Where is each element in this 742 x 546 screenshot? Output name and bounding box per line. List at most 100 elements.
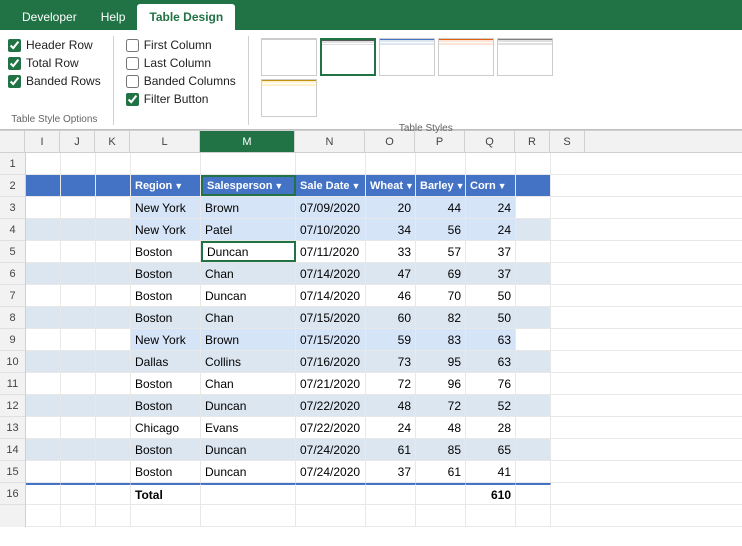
table-cell[interactable]	[96, 439, 131, 460]
cell-I-total[interactable]	[26, 483, 61, 504]
cell-M1[interactable]	[201, 153, 296, 174]
table-cell[interactable]	[96, 219, 131, 240]
table-cell[interactable]	[61, 373, 96, 394]
table-cell[interactable]	[516, 219, 551, 240]
table-cell[interactable]: 72	[416, 395, 466, 416]
table-cell[interactable]: 24	[466, 219, 516, 240]
cell-N-total[interactable]	[296, 483, 366, 504]
col-header-S[interactable]: S	[550, 131, 585, 152]
cell-P-post[interactable]	[416, 505, 466, 526]
header-row-option[interactable]: Header Row	[8, 38, 101, 52]
table-cell[interactable]: 07/15/2020	[296, 329, 366, 350]
first-column-option[interactable]: First Column	[126, 38, 236, 52]
total-row-option[interactable]: Total Row	[8, 56, 101, 70]
banded-rows-option[interactable]: Banded Rows	[8, 74, 101, 88]
cell-R2[interactable]	[516, 175, 551, 196]
table-cell[interactable]	[61, 219, 96, 240]
table-cell[interactable]	[61, 263, 96, 284]
table-cell[interactable]	[96, 395, 131, 416]
table-cell[interactable]: Chan	[201, 373, 296, 394]
table-cell[interactable]: Patel	[201, 219, 296, 240]
table-cell[interactable]: Duncan	[201, 241, 296, 262]
cell-M-total[interactable]	[201, 483, 296, 504]
swatch-gold[interactable]	[261, 79, 317, 117]
header-salesperson[interactable]: Salesperson ▼	[201, 175, 296, 196]
cell-R1[interactable]	[516, 153, 551, 174]
total-row-checkbox[interactable]	[8, 57, 21, 70]
cell-Q-post[interactable]	[466, 505, 516, 526]
cell-K1[interactable]	[96, 153, 131, 174]
filter-button-checkbox[interactable]	[126, 93, 139, 106]
cell-I1[interactable]	[26, 153, 61, 174]
table-cell[interactable]: Boston	[131, 307, 201, 328]
table-cell[interactable]: 65	[466, 439, 516, 460]
table-cell[interactable]	[96, 351, 131, 372]
cell-L1[interactable]	[131, 153, 201, 174]
table-cell[interactable]: Boston	[131, 373, 201, 394]
table-cell[interactable]: 07/11/2020	[296, 241, 366, 262]
col-header-R[interactable]: R	[515, 131, 550, 152]
col-header-O[interactable]: O	[365, 131, 415, 152]
table-cell[interactable]	[26, 285, 61, 306]
table-cell[interactable]: 33	[366, 241, 416, 262]
swatch-blue-stripe[interactable]	[379, 38, 435, 76]
cell-K-post[interactable]	[96, 505, 131, 526]
table-cell[interactable]: 24	[366, 417, 416, 438]
cell-O1[interactable]	[366, 153, 416, 174]
table-cell[interactable]: 37	[466, 263, 516, 284]
cell-J1[interactable]	[61, 153, 96, 174]
table-cell[interactable]: 37	[366, 461, 416, 482]
tab-developer[interactable]: Developer	[10, 4, 89, 30]
table-cell[interactable]: 63	[466, 351, 516, 372]
table-cell[interactable]: Duncan	[201, 285, 296, 306]
table-cell[interactable]	[61, 329, 96, 350]
col-header-P[interactable]: P	[415, 131, 465, 152]
col-header-Q[interactable]: Q	[465, 131, 515, 152]
table-cell[interactable]	[96, 329, 131, 350]
swatch-dark-stripe[interactable]	[320, 38, 376, 76]
col-header-N[interactable]: N	[295, 131, 365, 152]
table-cell[interactable]	[516, 329, 551, 350]
table-cell[interactable]: 82	[416, 307, 466, 328]
table-cell[interactable]	[516, 307, 551, 328]
header-region[interactable]: Region ▼	[131, 175, 201, 196]
swatch-gray[interactable]	[497, 38, 553, 76]
table-cell[interactable]	[61, 395, 96, 416]
banded-columns-checkbox[interactable]	[126, 75, 139, 88]
table-cell[interactable]	[61, 197, 96, 218]
table-cell[interactable]	[516, 197, 551, 218]
table-cell[interactable]: Boston	[131, 395, 201, 416]
first-column-checkbox[interactable]	[126, 39, 139, 52]
header-sale-date[interactable]: Sale Date ▼	[296, 175, 366, 196]
table-cell[interactable]	[96, 241, 131, 262]
header-corn[interactable]: Corn ▼	[466, 175, 516, 196]
cell-I2[interactable]	[26, 175, 61, 196]
table-cell[interactable]	[26, 461, 61, 482]
last-column-checkbox[interactable]	[126, 57, 139, 70]
table-cell[interactable]: 85	[416, 439, 466, 460]
table-cell[interactable]: 07/24/2020	[296, 439, 366, 460]
table-cell[interactable]	[96, 307, 131, 328]
cell-Q1[interactable]	[466, 153, 516, 174]
table-cell[interactable]: 52	[466, 395, 516, 416]
cell-K-total[interactable]	[96, 483, 131, 504]
table-cell[interactable]: Chan	[201, 307, 296, 328]
table-cell[interactable]	[26, 329, 61, 350]
table-cell[interactable]: 56	[416, 219, 466, 240]
table-cell[interactable]	[96, 263, 131, 284]
table-cell[interactable]	[516, 461, 551, 482]
header-row-checkbox[interactable]	[8, 39, 21, 52]
table-cell[interactable]	[26, 395, 61, 416]
table-cell[interactable]: Boston	[131, 439, 201, 460]
table-cell[interactable]: 07/10/2020	[296, 219, 366, 240]
table-cell[interactable]: Brown	[201, 329, 296, 350]
table-cell[interactable]: 83	[416, 329, 466, 350]
table-cell[interactable]: 07/15/2020	[296, 307, 366, 328]
table-cell[interactable]	[96, 285, 131, 306]
cell-R-total[interactable]	[516, 483, 551, 504]
table-cell[interactable]	[516, 351, 551, 372]
tab-help[interactable]: Help	[89, 4, 138, 30]
table-cell[interactable]	[26, 351, 61, 372]
last-column-option[interactable]: Last Column	[126, 56, 236, 70]
table-cell[interactable]	[26, 219, 61, 240]
